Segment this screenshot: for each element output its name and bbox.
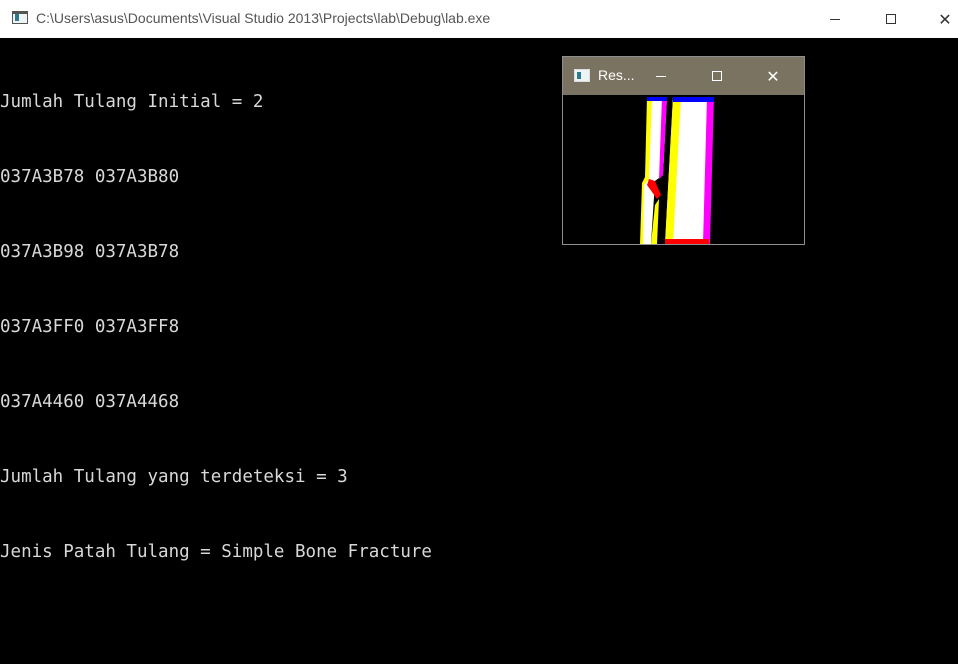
result-app-icon xyxy=(574,69,590,82)
console-line: Jenis Patah Tulang = Simple Bone Fractur… xyxy=(0,542,432,562)
minimize-icon xyxy=(656,75,666,77)
result-window[interactable]: Res... ✕ xyxy=(562,56,805,245)
result-close-button[interactable]: ✕ xyxy=(753,57,793,95)
close-button[interactable]: ✕ xyxy=(922,0,958,38)
maximize-icon xyxy=(886,14,896,24)
result-title-bar[interactable]: Res... ✕ xyxy=(563,57,804,95)
bone-bottom-red xyxy=(665,239,709,244)
console-line: Jumlah Tulang Initial = 2 xyxy=(0,92,264,112)
console-line: 037A3B98 037A3B78 xyxy=(0,242,180,262)
result-maximize-button[interactable] xyxy=(697,57,737,95)
result-image xyxy=(563,95,804,244)
console-app-icon xyxy=(12,11,28,24)
console-line: 037A4460 037A4468 xyxy=(0,392,180,412)
bone-top-blue-left xyxy=(647,97,667,101)
minimize-button[interactable] xyxy=(812,0,858,38)
bone-top-blue-right xyxy=(673,97,714,102)
result-minimize-button[interactable] xyxy=(641,57,681,95)
close-icon: ✕ xyxy=(938,9,952,29)
result-window-title: Res... xyxy=(598,67,635,83)
console-line: 037A3FF0 037A3FF8 xyxy=(0,317,180,337)
maximize-button[interactable] xyxy=(868,0,914,38)
console-line: Jumlah Tulang yang terdeteksi = 3 xyxy=(0,467,348,487)
window-title: C:\Users\asus\Documents\Visual Studio 20… xyxy=(36,10,491,26)
maximize-icon xyxy=(712,71,722,81)
close-icon: ✕ xyxy=(766,66,780,86)
console-output: Jumlah Tulang Initial = 2 037A3B78 037A3… xyxy=(0,40,560,590)
minimize-icon xyxy=(830,18,840,20)
console-title-bar[interactable]: C:\Users\asus\Documents\Visual Studio 20… xyxy=(0,0,958,38)
bone-fracture-image xyxy=(563,95,804,244)
console-line: 037A3B78 037A3B80 xyxy=(0,167,180,187)
